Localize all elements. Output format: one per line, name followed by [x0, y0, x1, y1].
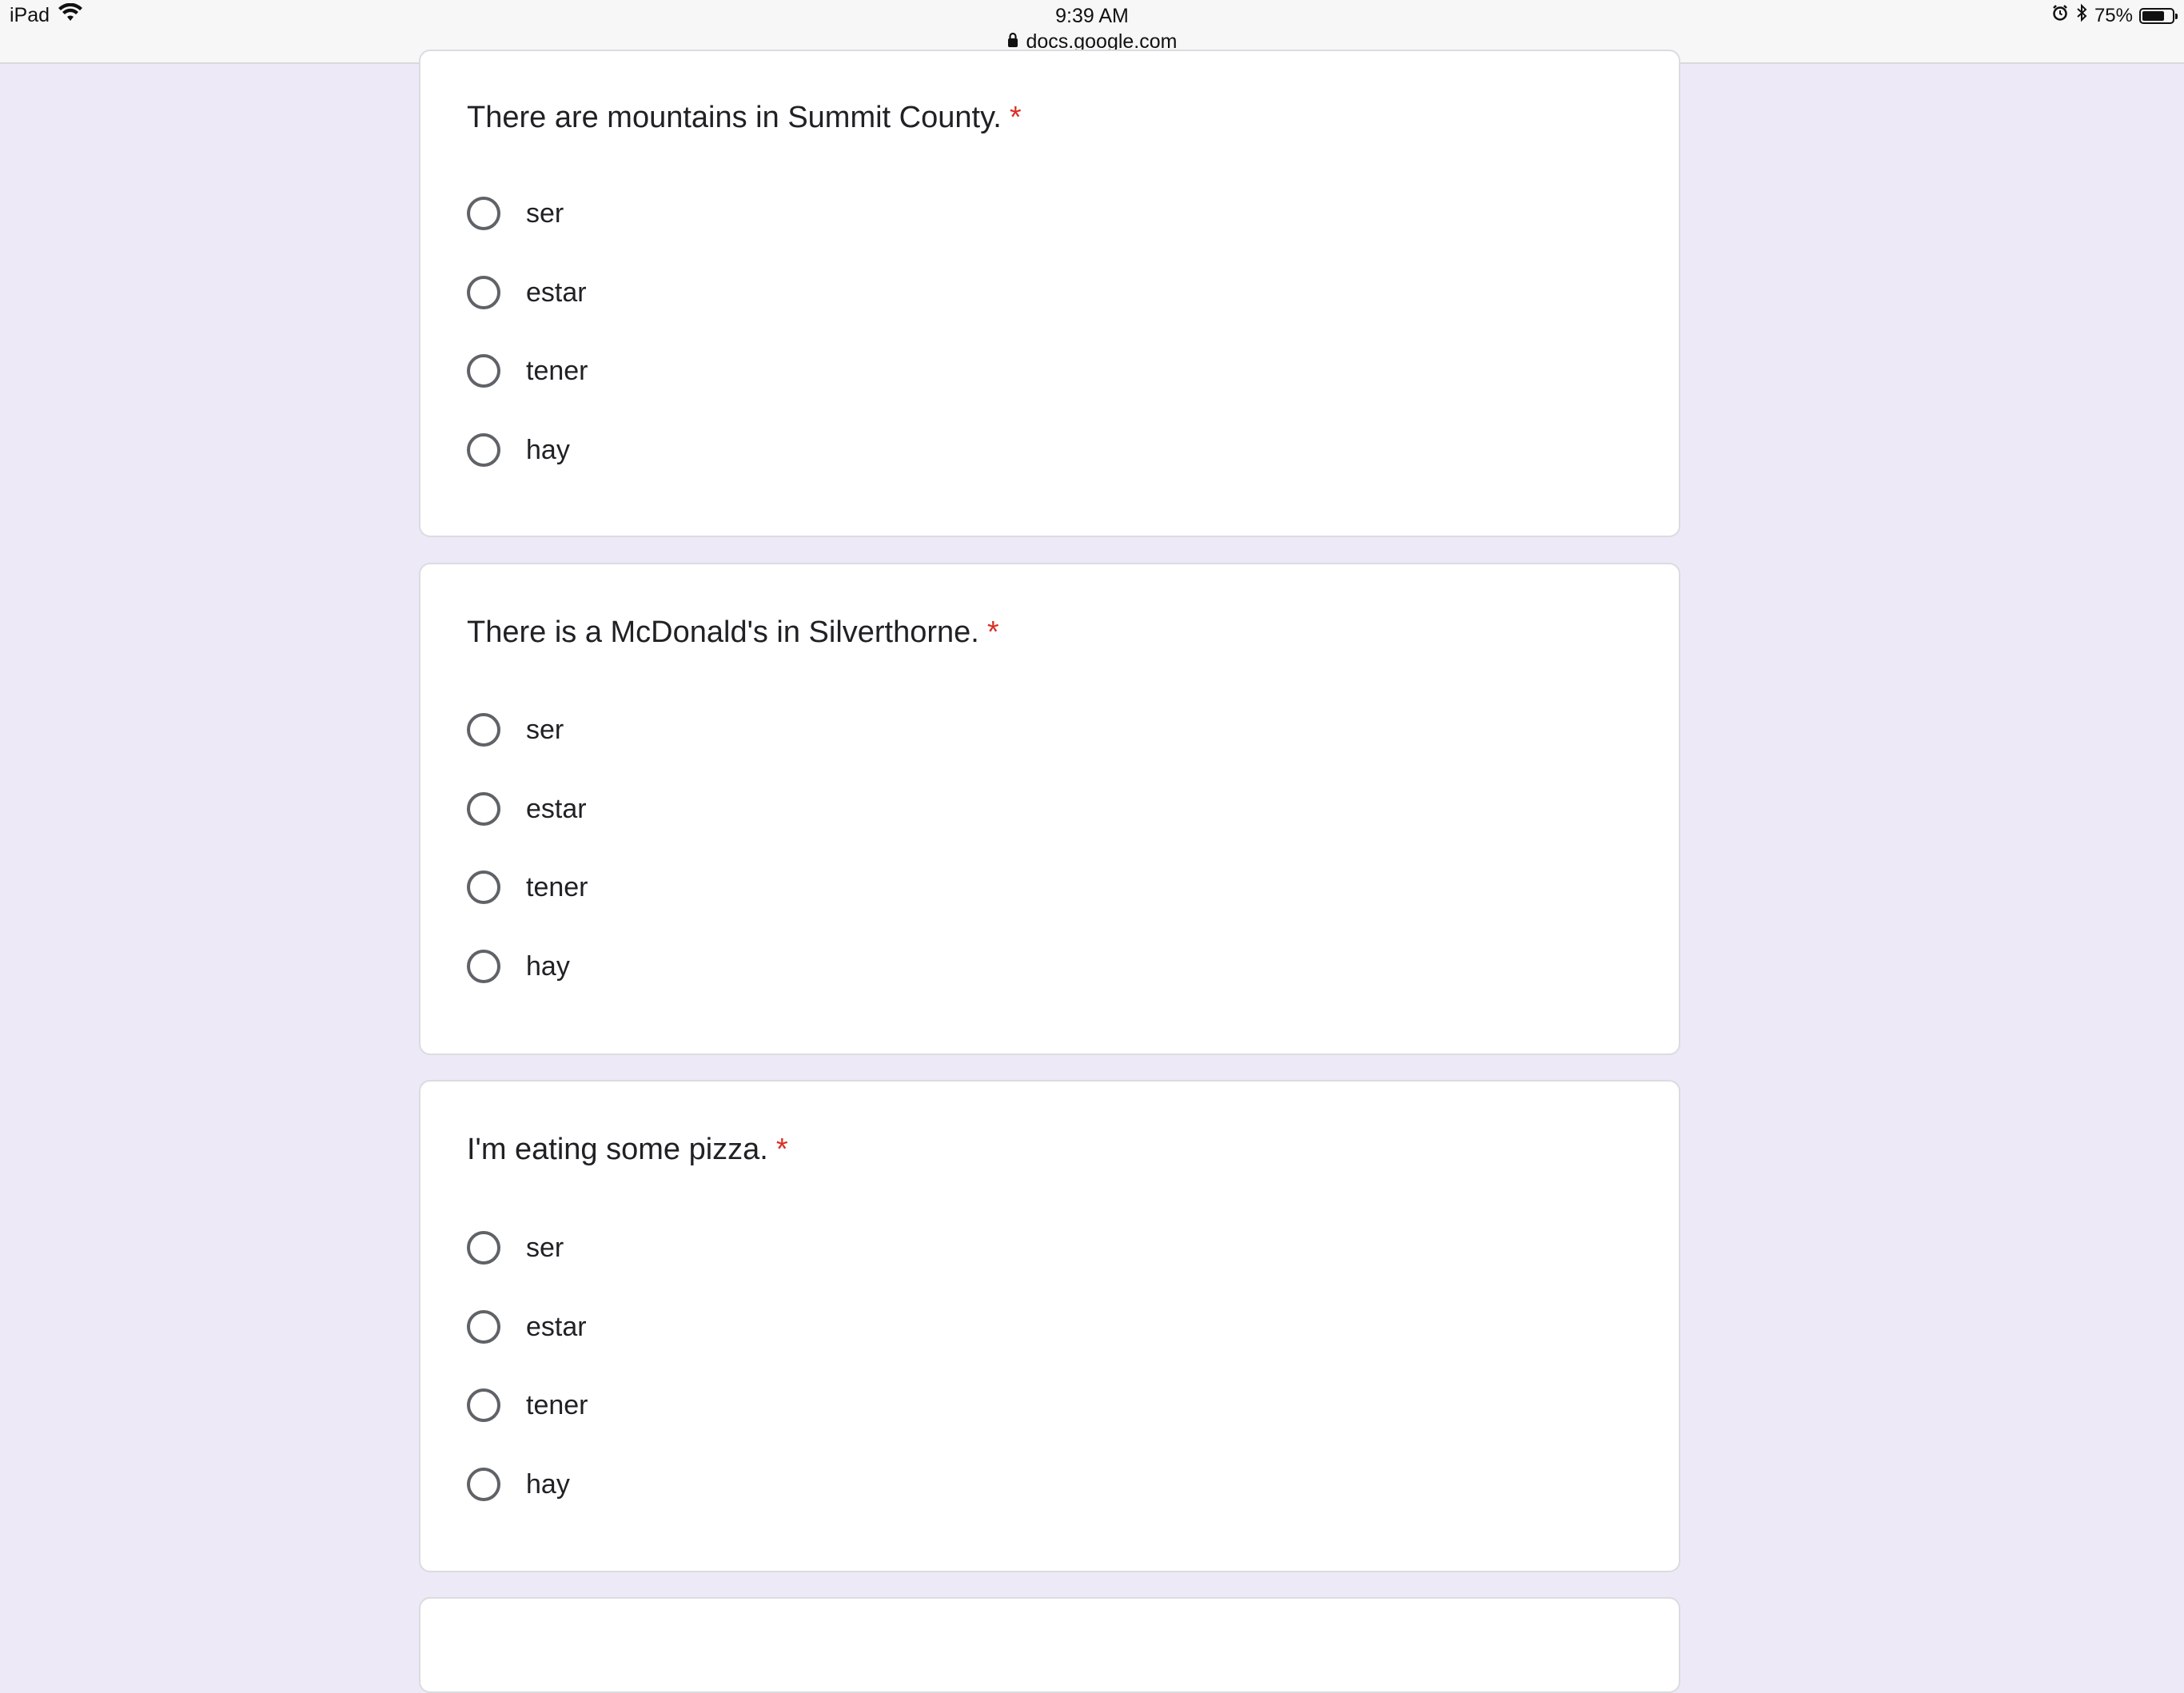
- radio-button[interactable]: [467, 1388, 500, 1422]
- radio-button[interactable]: [467, 870, 500, 904]
- battery-level: [2142, 10, 2164, 21]
- option-estar[interactable]: estar: [467, 270, 587, 315]
- radio-button[interactable]: [467, 792, 500, 826]
- question-card-2: There is a McDonald's in Silverthorne. * …: [419, 563, 1680, 1055]
- question-card-4-partial: [419, 1597, 1680, 1693]
- radio-button[interactable]: [467, 197, 500, 230]
- option-label: tener: [526, 355, 588, 386]
- radio-button[interactable]: [467, 950, 500, 983]
- option-label: estar: [526, 1311, 587, 1342]
- option-label: tener: [526, 871, 588, 902]
- battery-icon: [2139, 7, 2178, 24]
- option-label: hay: [526, 1468, 570, 1500]
- option-label: ser: [526, 714, 564, 745]
- option-ser[interactable]: ser: [467, 1225, 564, 1270]
- option-hay[interactable]: hay: [467, 428, 570, 472]
- option-estar[interactable]: estar: [467, 1305, 587, 1349]
- question-title: There is a McDonald's in Silverthorne. *: [467, 615, 999, 650]
- radio-button[interactable]: [467, 433, 500, 467]
- radio-button[interactable]: [467, 713, 500, 747]
- radio-button[interactable]: [467, 276, 500, 309]
- question-card-3: I'm eating some pizza. * ser estar tener …: [419, 1080, 1680, 1572]
- clock: 9:39 AM: [1055, 5, 1129, 27]
- required-asterisk: *: [986, 615, 999, 649]
- option-label: ser: [526, 197, 564, 229]
- battery-tip: [2175, 13, 2178, 19]
- question-title: There are mountains in Summit County. *: [467, 101, 1022, 135]
- option-label: hay: [526, 434, 570, 465]
- radio-button[interactable]: [467, 1310, 500, 1344]
- option-hay[interactable]: hay: [467, 944, 570, 989]
- option-label: tener: [526, 1389, 588, 1420]
- option-hay[interactable]: hay: [467, 1462, 570, 1507]
- question-card-1: There are mountains in Summit County. * s…: [419, 50, 1680, 537]
- radio-button[interactable]: [467, 354, 500, 388]
- option-ser[interactable]: ser: [467, 191, 564, 236]
- option-label: hay: [526, 950, 570, 982]
- option-tener[interactable]: tener: [467, 865, 588, 910]
- question-text: I'm eating some pizza.: [467, 1133, 768, 1166]
- status-center: 9:39 AM docs.google.com: [0, 3, 2184, 54]
- option-label: estar: [526, 793, 587, 824]
- radio-button[interactable]: [467, 1231, 500, 1265]
- radio-button[interactable]: [467, 1468, 500, 1501]
- required-asterisk: *: [1009, 101, 1022, 134]
- question-title: I'm eating some pizza. *: [467, 1133, 788, 1167]
- question-text: There is a McDonald's in Silverthorne.: [467, 615, 979, 649]
- option-tener[interactable]: tener: [467, 349, 588, 393]
- battery-percent: 75%: [2094, 4, 2133, 26]
- option-ser[interactable]: ser: [467, 707, 564, 752]
- question-text: There are mountains in Summit County.: [467, 101, 1002, 134]
- option-estar[interactable]: estar: [467, 787, 587, 831]
- required-asterisk: *: [775, 1133, 788, 1166]
- option-label: estar: [526, 277, 587, 308]
- bluetooth-icon: [2075, 3, 2088, 28]
- alarm-icon: [2051, 4, 2069, 27]
- option-tener[interactable]: tener: [467, 1383, 588, 1428]
- option-label: ser: [526, 1232, 564, 1263]
- status-right: 75%: [2051, 3, 2178, 28]
